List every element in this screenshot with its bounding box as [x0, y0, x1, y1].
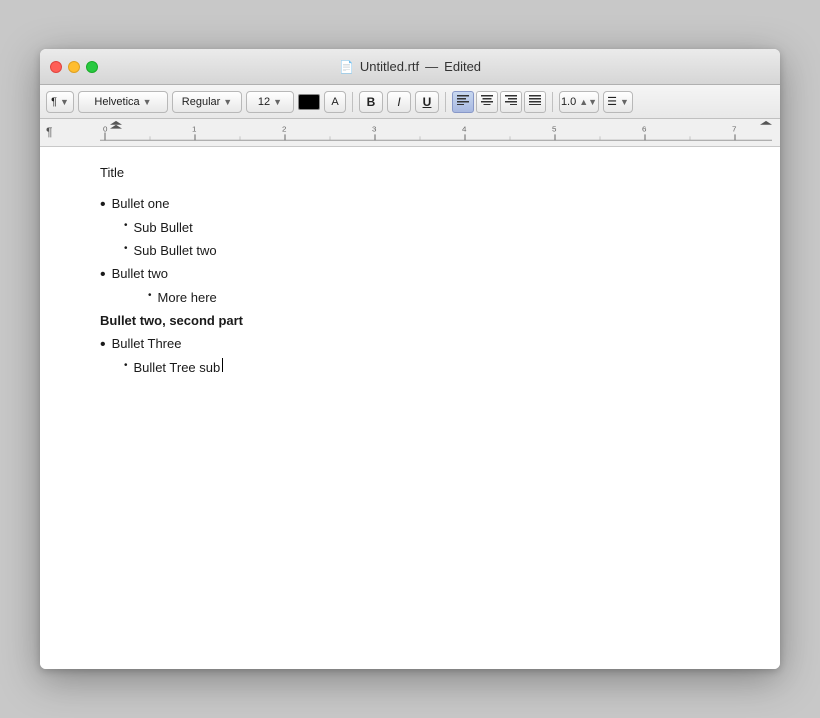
sub-bullet-dot: • — [124, 358, 128, 374]
bullet-text: More here — [158, 288, 217, 309]
title-bar: 📄 Untitled.rtf — Edited — [40, 49, 780, 85]
list-item: • More here — [100, 288, 720, 309]
text-cursor — [222, 358, 223, 372]
close-button[interactable] — [50, 61, 62, 73]
list-chevron: ▼ — [620, 97, 629, 107]
line-spacing-label: 1.0 — [561, 96, 576, 108]
bold-text: Bullet two, second part — [100, 311, 243, 332]
svg-text:0: 0 — [103, 125, 108, 134]
align-right-button[interactable] — [500, 91, 522, 113]
font-size-label: 12 — [258, 96, 270, 108]
ruler-paragraph-icon: ¶ — [46, 125, 52, 139]
align-left-button[interactable] — [452, 91, 474, 113]
font-style-label: Regular — [182, 96, 221, 108]
paragraph-chevron: ▼ — [60, 97, 69, 107]
bullet-text: Bullet Three — [112, 334, 182, 355]
document-title: Title — [100, 163, 720, 184]
window-separator: — — [425, 59, 438, 74]
align-justify-button[interactable] — [524, 91, 546, 113]
separator-2 — [445, 92, 446, 112]
bold-paragraph: Bullet two, second part — [100, 311, 720, 332]
line-spacing-button[interactable]: 1.0 ▲▼ — [559, 91, 599, 113]
bold-button[interactable]: B — [359, 91, 383, 113]
sub-bullet-dot: • — [124, 241, 128, 257]
highlight-icon: A — [331, 96, 338, 108]
underline-button[interactable]: U — [415, 91, 439, 113]
paragraph-icon: ¶ — [51, 96, 57, 108]
sub-bullet-dot: • — [148, 288, 152, 304]
svg-text:4: 4 — [462, 125, 467, 134]
italic-label: I — [397, 95, 400, 109]
bullet-text: Sub Bullet — [134, 218, 193, 239]
bullet-dot: • — [100, 264, 106, 286]
minimize-button[interactable] — [68, 61, 80, 73]
list-item: • Bullet one — [100, 194, 720, 216]
font-family-chevron: ▼ — [143, 97, 152, 107]
list-button[interactable]: ☰ ▼ — [603, 91, 633, 113]
document-icon: 📄 — [339, 60, 354, 74]
bold-label: B — [367, 95, 376, 109]
font-size-chevron: ▼ — [273, 97, 282, 107]
app-window: 📄 Untitled.rtf — Edited ¶ ▼ Helvetica ▼ … — [40, 49, 780, 669]
align-justify-icon — [529, 95, 541, 108]
italic-button[interactable]: I — [387, 91, 411, 113]
document-content: Title • Bullet one • Sub Bullet • Sub Bu… — [100, 163, 720, 563]
separator-1 — [352, 92, 353, 112]
font-size-button[interactable]: 12 ▼ — [246, 91, 294, 113]
underline-label: U — [423, 95, 432, 109]
svg-text:6: 6 — [642, 125, 647, 134]
ruler-scale: 0 1 2 3 4 5 6 7 — [40, 119, 780, 146]
list-item: • Bullet Tree sub — [100, 358, 720, 379]
bullet-dot: • — [100, 334, 106, 356]
svg-text:1: 1 — [192, 125, 196, 134]
bullet-text: Sub Bullet two — [134, 241, 217, 262]
sub-bullet-dot: • — [124, 218, 128, 234]
font-family-label: Helvetica — [94, 96, 139, 108]
list-item: • Bullet two — [100, 264, 720, 286]
document-area[interactable]: Title • Bullet one • Sub Bullet • Sub Bu… — [40, 147, 780, 669]
font-style-button[interactable]: Regular ▼ — [172, 91, 242, 113]
toolbar: ¶ ▼ Helvetica ▼ Regular ▼ 12 ▼ A B I U — [40, 85, 780, 119]
maximize-button[interactable] — [86, 61, 98, 73]
svg-text:5: 5 — [552, 125, 557, 134]
align-right-icon — [505, 95, 517, 108]
paragraph-menu-button[interactable]: ¶ ▼ — [46, 91, 74, 113]
list-icon: ☰ — [607, 95, 617, 108]
window-title-area: 📄 Untitled.rtf — Edited — [339, 59, 481, 74]
svg-text:7: 7 — [732, 125, 736, 134]
align-center-icon — [481, 95, 493, 108]
list-item: • Bullet Three — [100, 334, 720, 356]
bullet-text: Bullet Tree sub — [134, 358, 221, 379]
list-item: • Sub Bullet — [100, 218, 720, 239]
bullet-text: Bullet one — [112, 194, 170, 215]
window-title: Untitled.rtf — [360, 59, 419, 74]
highlight-color-button[interactable]: A — [324, 91, 346, 113]
font-style-chevron: ▼ — [223, 97, 232, 107]
spacing-chevron: ▲▼ — [579, 97, 597, 107]
separator-3 — [552, 92, 553, 112]
bullet-text: Bullet two — [112, 264, 168, 285]
alignment-group — [452, 91, 546, 113]
list-item: • Sub Bullet two — [100, 241, 720, 262]
font-family-button[interactable]: Helvetica ▼ — [78, 91, 168, 113]
svg-text:2: 2 — [282, 125, 286, 134]
bullet-dot: • — [100, 194, 106, 216]
traffic-lights — [50, 61, 98, 73]
align-left-icon — [457, 95, 469, 108]
svg-text:3: 3 — [372, 125, 377, 134]
text-color-swatch[interactable] — [298, 94, 320, 110]
ruler: ¶ 0 1 2 3 4 5 6 — [40, 119, 780, 147]
align-center-button[interactable] — [476, 91, 498, 113]
window-subtitle: Edited — [444, 59, 481, 74]
